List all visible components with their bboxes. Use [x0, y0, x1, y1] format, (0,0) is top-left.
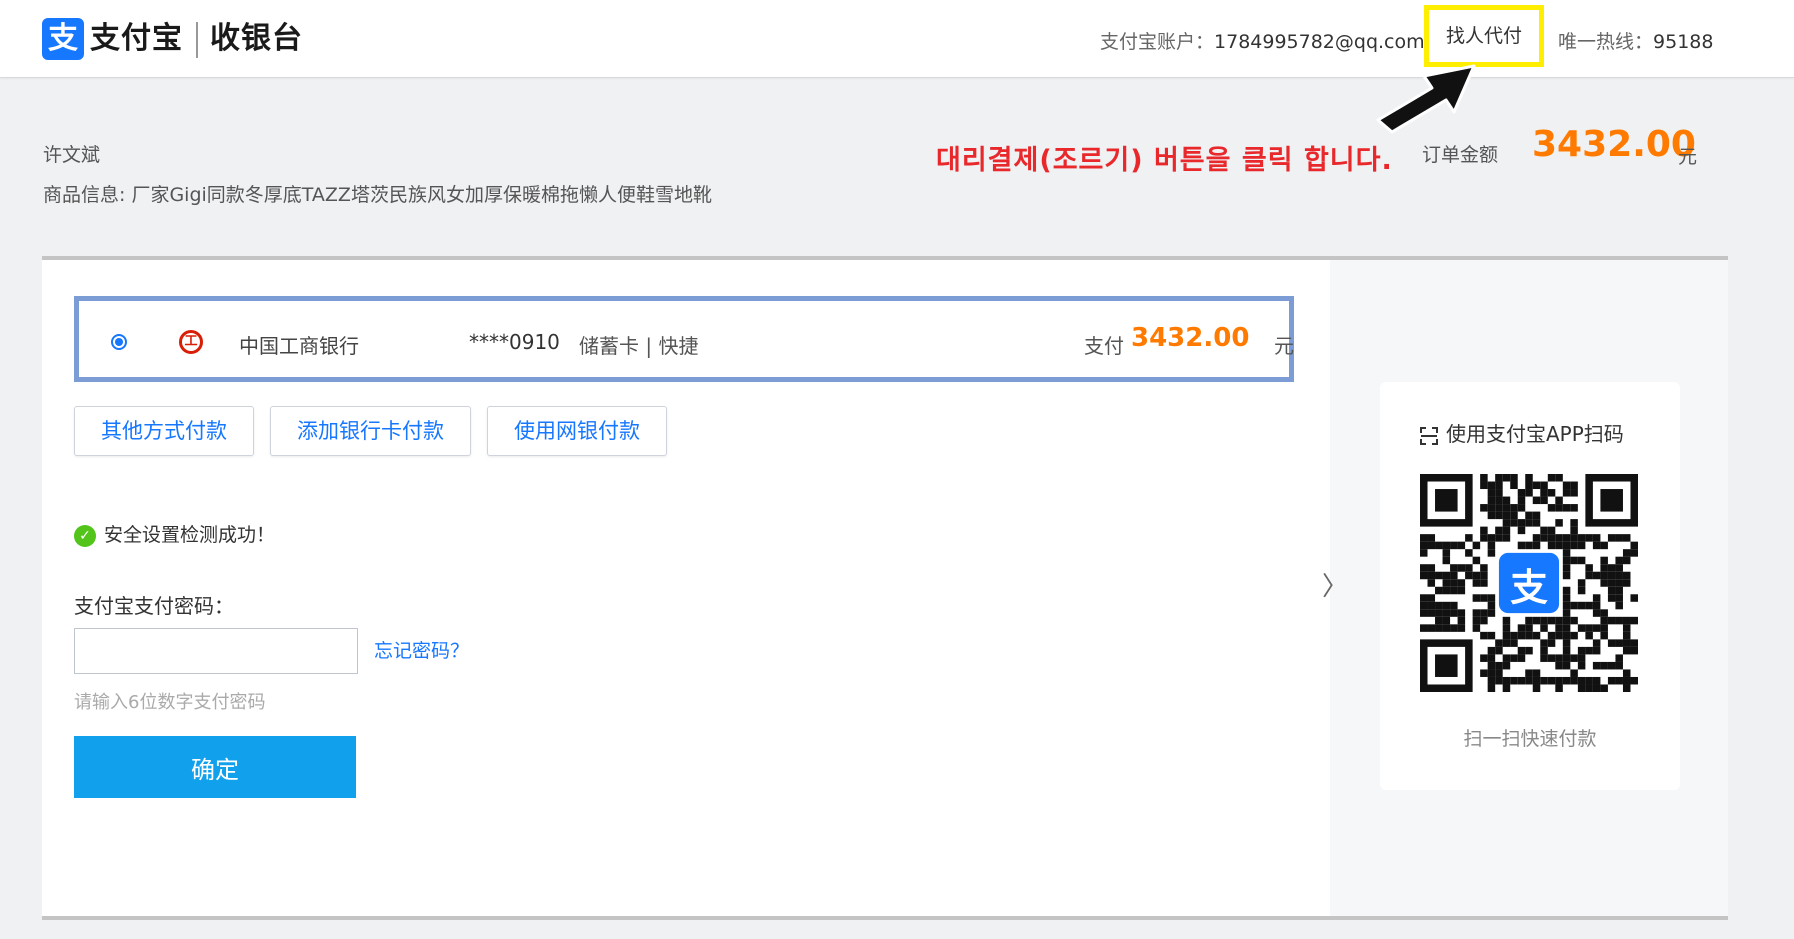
hotline-label: 唯一热线： — [1558, 31, 1654, 53]
payer-name: 许文斌 — [43, 144, 101, 166]
account-label: 支付宝账户： — [1100, 31, 1215, 53]
security-check-status: ✓ 安全设置检测成功！ — [74, 524, 275, 547]
payment-panel: 工 中国工商银行 ****0910 储蓄卡 | 快捷 支付 3432.00 元 … — [42, 256, 1728, 920]
bank-name: 中国工商银行 — [239, 334, 359, 358]
scan-icon — [1420, 426, 1438, 445]
card-type: 储蓄卡 | 快捷 — [579, 334, 699, 358]
password-hint: 请输入6位数字支付密码 — [74, 692, 266, 713]
ask-someone-to-pay-button[interactable]: 找人代付 — [1424, 5, 1544, 67]
annotation-text: 대리결제(조르기) 버튼을 클릭 합니다. — [936, 145, 1393, 176]
order-amount-label: 订单金额 — [1422, 144, 1499, 166]
card-number: ****0910 — [469, 330, 560, 354]
account-value: 1784995782@qq.com — [1214, 31, 1425, 53]
hotline-info: 唯一热线：95188 — [1558, 27, 1713, 54]
pay-unit: 元 — [1274, 334, 1294, 358]
other-payment-button[interactable]: 其他方式付款 — [74, 406, 254, 456]
forgot-password-link[interactable]: 忘记密码？ — [374, 636, 469, 663]
brand-name: 支付宝 — [90, 21, 183, 56]
order-amount-value: 3432.00 — [1532, 124, 1696, 165]
order-amount-unit: 元 — [1678, 146, 1698, 168]
qr-column: 使用支付宝APP扫码 支 扫一扫快速付款 — [1330, 260, 1728, 916]
qr-caption: 扫一扫快速付款 — [1463, 728, 1597, 750]
alipay-logo-icon: 支 — [42, 18, 84, 60]
icbc-bank-icon: 工 — [179, 330, 203, 354]
add-bank-card-button[interactable]: 添加银行卡付款 — [270, 406, 471, 456]
collapse-qr-toggle-icon[interactable]: 〉 — [1322, 566, 1348, 603]
top-header: 支 支付宝 收银台 支付宝账户：1784995782@qq.com 找人代付 唯… — [0, 0, 1794, 78]
logo-divider — [196, 22, 198, 58]
qr-title-text: 使用支付宝APP扫码 — [1446, 422, 1624, 446]
payment-password-input[interactable] — [74, 628, 358, 674]
hotline-number: 95188 — [1653, 31, 1714, 53]
qr-code-image[interactable]: 支 — [1420, 474, 1638, 692]
password-label: 支付宝支付密码： — [74, 594, 234, 618]
pay-label: 支付 — [1084, 334, 1124, 358]
confirm-button[interactable]: 确定 — [74, 736, 356, 798]
goods-info: 商品信息: 厂家Gigi同款冬厚底TAZZ塔茨民族风女加厚保暖棉拖懒人便鞋雪地靴 — [43, 184, 712, 206]
alipay-center-icon: 支 — [1510, 565, 1548, 609]
cashier-title: 收银台 — [210, 21, 303, 56]
qr-card: 使用支付宝APP扫码 支 扫一扫快速付款 — [1380, 382, 1680, 790]
online-banking-button[interactable]: 使用网银付款 — [487, 406, 667, 456]
qr-title: 使用支付宝APP扫码 — [1420, 418, 1624, 447]
selected-payment-method[interactable]: 工 中国工商银行 ****0910 储蓄卡 | 快捷 支付 3432.00 元 — [74, 296, 1294, 382]
security-message: 安全设置检测成功！ — [104, 524, 276, 546]
annotation-arrow-icon — [1376, 64, 1476, 134]
check-success-icon: ✓ — [74, 524, 96, 547]
radio-selected-icon[interactable] — [111, 334, 127, 350]
account-info: 支付宝账户：1784995782@qq.com — [1100, 27, 1425, 54]
pay-amount: 3432.00 — [1131, 323, 1250, 353]
